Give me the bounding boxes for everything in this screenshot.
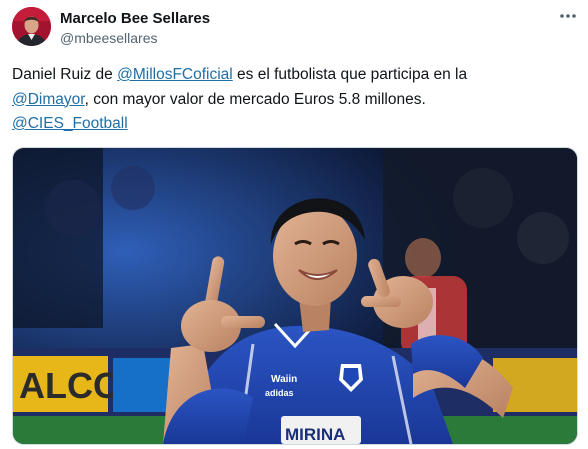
tweet-text-part: , con mayor valor de mercado Euros 5.8 m… [84, 90, 426, 108]
more-options-button[interactable] [556, 4, 580, 28]
author-handle[interactable]: @mbeesellares [60, 30, 157, 46]
person-portrait-avatar [12, 7, 51, 46]
footballer-celebration-photo: ALCO Waiin adidas MIRINA [13, 148, 577, 444]
mention-millos-link[interactable]: @MillosFCoficial [117, 66, 233, 83]
mention-cies-link[interactable]: @CIES_Football [12, 115, 128, 132]
mention-dimayor-link[interactable]: @Dimayor [12, 91, 85, 108]
tweet-photo[interactable]: ALCO Waiin adidas MIRINA [12, 147, 578, 445]
ad-board-text: ALCO [19, 365, 121, 406]
tweet-card: Marcelo Bee Sellares @mbeesellares Danie… [0, 0, 588, 449]
tweet-text-part: Daniel Ruiz de [12, 66, 118, 83]
sleeve-text: Waiin [271, 374, 297, 385]
shirt-sponsor-text: MIRINA [285, 425, 345, 444]
more-horizontal-icon [560, 14, 576, 18]
tweet-text: Daniel Ruiz de @MillosFCoficial es el fu… [12, 63, 572, 137]
author-avatar[interactable] [12, 7, 51, 46]
tweet-text-part: es el futbolista que participa en la [232, 66, 468, 83]
shirt-brand-text: adidas [265, 388, 294, 398]
author-name[interactable]: Marcelo Bee Sellares [60, 10, 210, 27]
